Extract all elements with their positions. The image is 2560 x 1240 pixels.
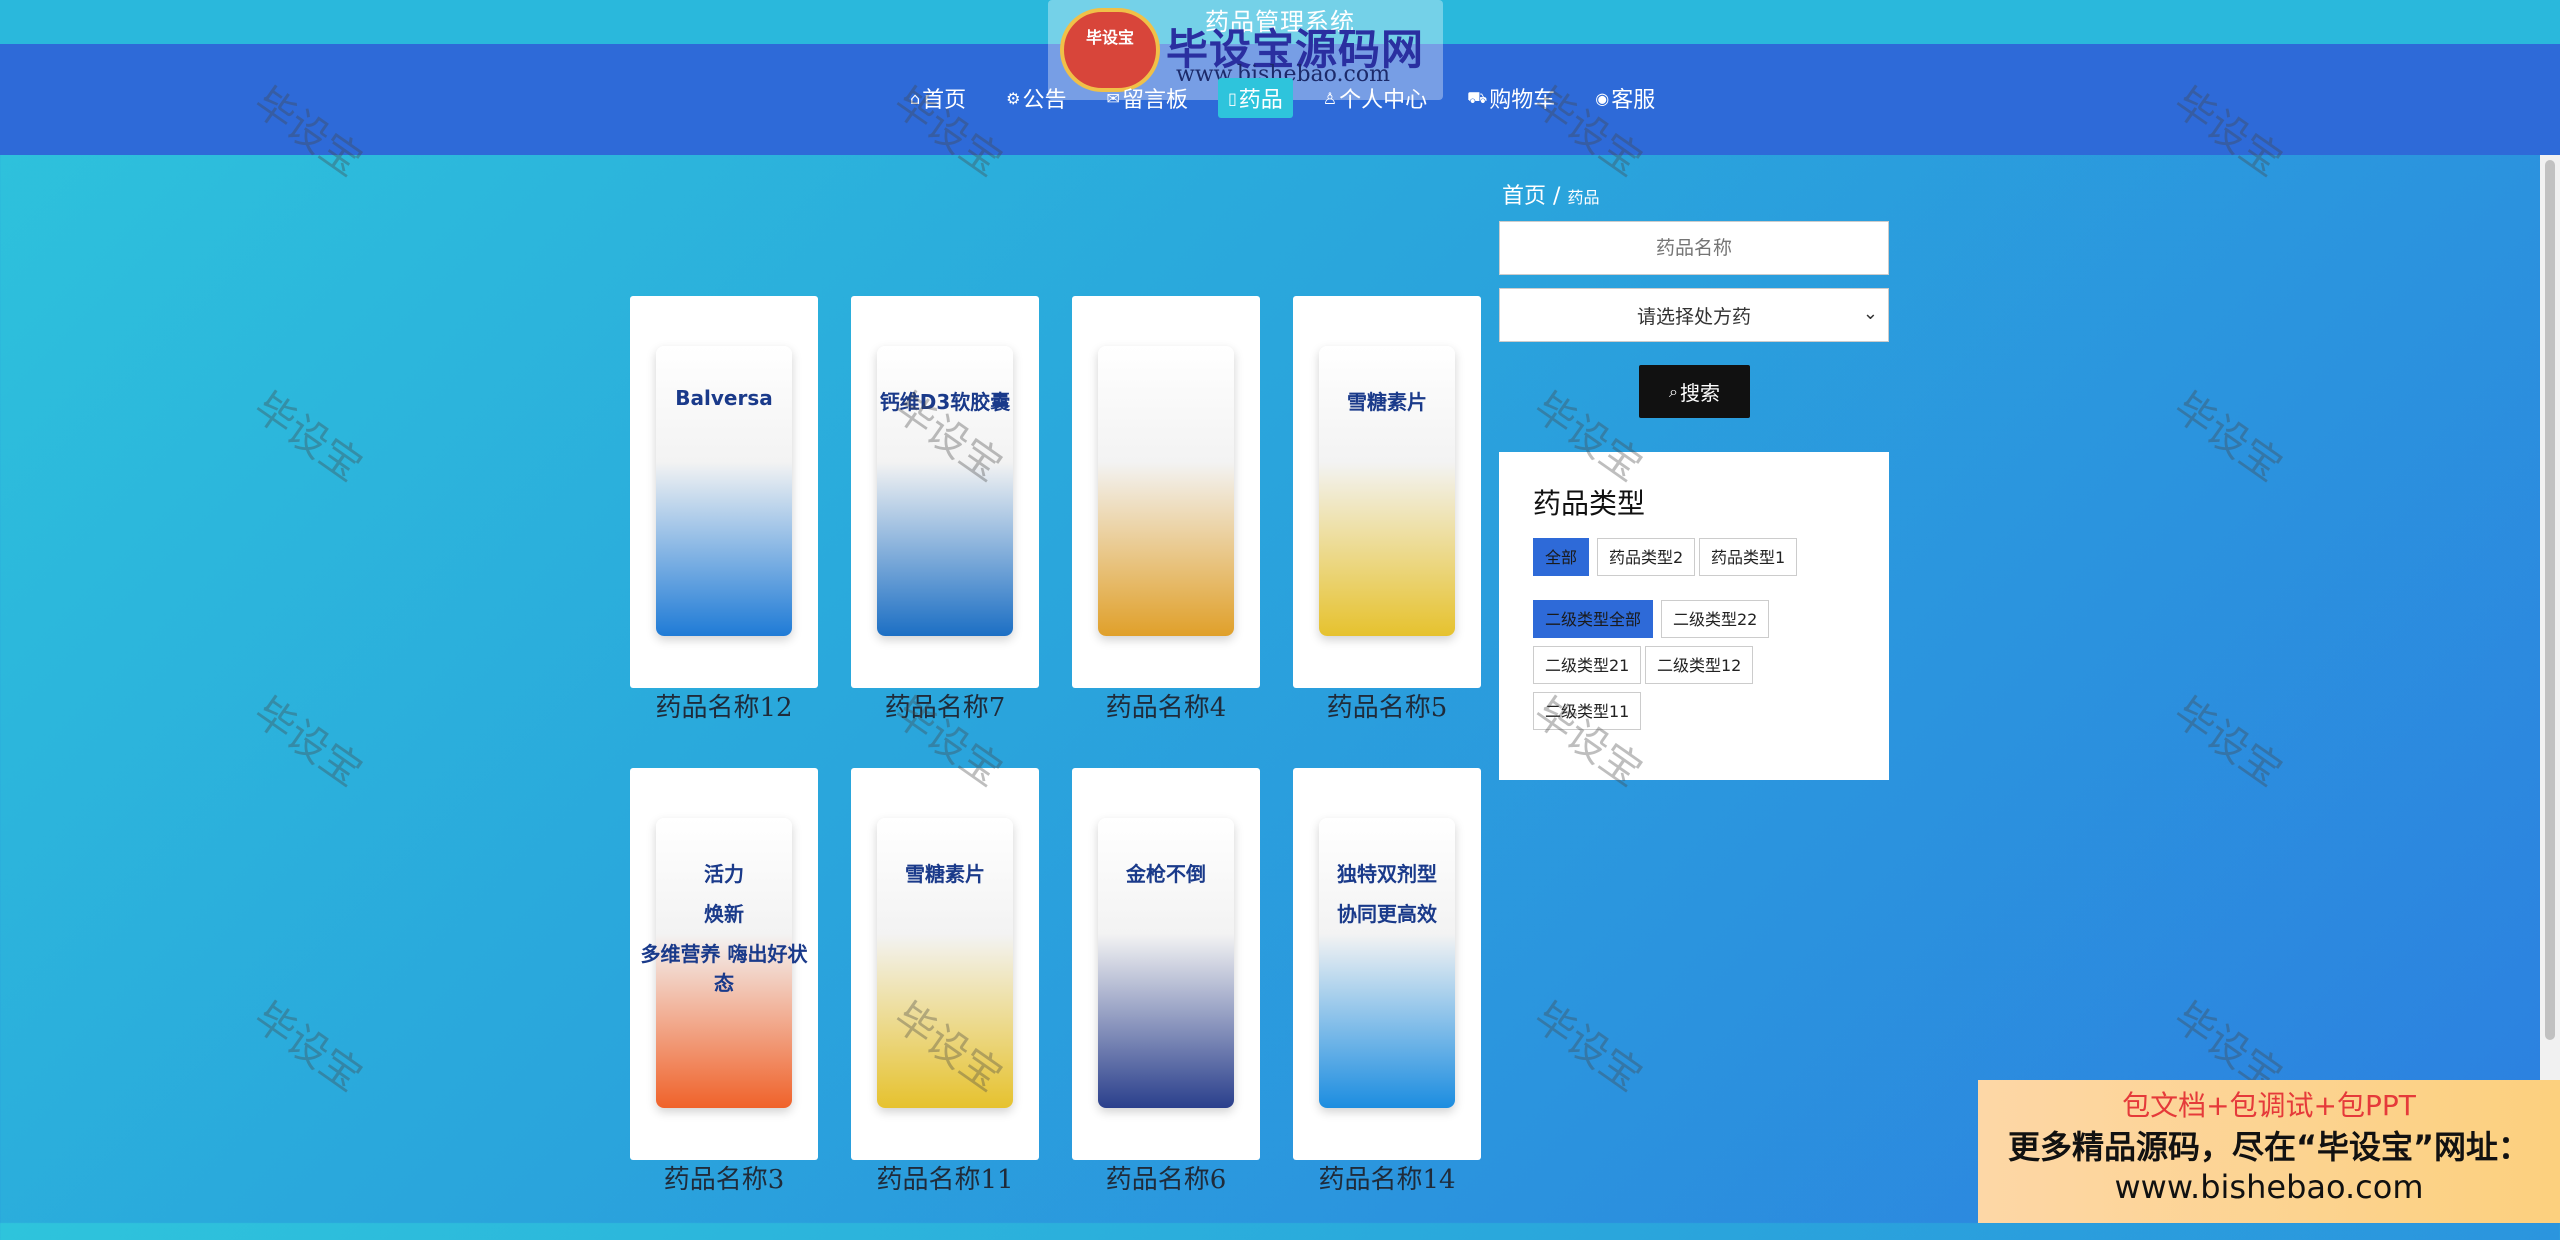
nav-item-2[interactable]: ✉ 留言板: [1097, 78, 1198, 118]
category-tag[interactable]: 药品类型2: [1597, 538, 1696, 576]
subcategory-tag[interactable]: 二级类型21: [1533, 646, 1642, 684]
nav-item-label: 购物车: [1489, 88, 1556, 113]
product-name[interactable]: 药品名称7: [851, 688, 1039, 768]
nav-item-0[interactable]: ⌂ 首页: [900, 78, 976, 118]
product-image[interactable]: 雪糖素片: [1293, 296, 1481, 688]
product-package-label: 雪糖素片: [1347, 390, 1427, 414]
search-icon: ⌕: [1669, 381, 1678, 401]
prescription-select[interactable]: 请选择处方药 ⌄: [1499, 288, 1889, 342]
product-package-label: Balversa: [675, 386, 773, 410]
category-title: 药品类型: [1533, 487, 1646, 520]
product-image[interactable]: 金枪不倒: [1072, 768, 1260, 1160]
search-button[interactable]: ⌕ 搜索: [1639, 365, 1750, 418]
product-card[interactable]: Balversa 药品名称12: [630, 296, 818, 768]
product-package-label: 活力: [704, 862, 744, 886]
category-tag[interactable]: 药品类型1: [1699, 538, 1798, 576]
watermark-text: 毕设宝: [245, 994, 371, 1101]
product-package-label: 雪糖素片: [905, 862, 985, 886]
product-card[interactable]: 独特双剂型协同更高效药品名称14: [1293, 768, 1481, 1240]
nav-item-3[interactable]: ▯ 药品: [1217, 78, 1293, 118]
nav-item-5[interactable]: ⛟ 购物车: [1457, 78, 1565, 118]
watermark-text: 毕设宝: [245, 689, 371, 796]
product-grid: Balversa 药品名称12 钙维D3软胶囊 药品名称7 药品名称4 雪糖素片 药品名称5…: [630, 296, 1490, 1240]
product-name[interactable]: 药品名称6: [1072, 1160, 1260, 1240]
promo-banner[interactable]: 包文档+包调试+包PPT 更多精品源码，尽在“毕设宝”网址： www.bishe…: [1978, 1080, 2560, 1223]
search-input[interactable]: [1499, 221, 1889, 275]
product-package-label: 协同更高效: [1337, 902, 1437, 926]
product-card[interactable]: 金枪不倒药品名称6: [1072, 768, 1260, 1240]
product-package-label: 多维营养 嗨出好状态: [640, 942, 808, 995]
search-button-label: 搜索: [1679, 381, 1720, 405]
scrollbar-thumb[interactable]: [2545, 160, 2555, 1040]
nav-item-6[interactable]: ◉ 客服: [1585, 78, 1665, 118]
gear-icon: ⚙: [1006, 88, 1021, 108]
product-name[interactable]: 药品名称11: [851, 1160, 1039, 1240]
nav-item-4[interactable]: ♙ 个人中心: [1313, 78, 1437, 118]
promo-line-1: 包文档+包调试+包PPT: [2122, 1089, 2416, 1122]
nav-item-label: 药品: [1238, 88, 1283, 113]
support-icon: ◉: [1595, 88, 1610, 108]
promo-line-2: 更多精品源码，尽在“毕设宝”网址：: [2007, 1128, 2531, 1166]
product-image[interactable]: [1072, 296, 1260, 688]
nav-item-label: 留言板: [1121, 88, 1188, 113]
cart-icon: ⛟: [1467, 87, 1488, 107]
breadcrumb-current: 药品: [1567, 188, 1600, 207]
nav-item-label: 客服: [1611, 88, 1656, 113]
chevron-down-icon: ⌄: [1862, 303, 1878, 324]
product-package-label: 金枪不倒: [1126, 862, 1206, 886]
watermark-text: 毕设宝: [2165, 689, 2291, 796]
breadcrumb-sep: /: [1553, 184, 1561, 209]
product-card[interactable]: 雪糖素片药品名称11: [851, 768, 1039, 1240]
product-card[interactable]: 钙维D3软胶囊药品名称7: [851, 296, 1039, 768]
product-image[interactable]: 独特双剂型协同更高效: [1293, 768, 1481, 1160]
product-name[interactable]: 药品名称12: [630, 688, 818, 768]
product-image[interactable]: Balversa: [630, 296, 818, 688]
product-card[interactable]: 雪糖素片药品名称5: [1293, 296, 1481, 768]
prescription-select-value: 请选择处方药: [1636, 305, 1751, 328]
promo-line-3: www.bishebao.com: [2114, 1168, 2424, 1206]
product-name[interactable]: 药品名称14: [1293, 1160, 1481, 1240]
nav-item-label: 个人中心: [1339, 88, 1428, 113]
subcategory-tag[interactable]: 二级类型全部: [1533, 600, 1654, 638]
main-nav: ⌂ 首页 ⚙ 公告 ✉ 留言板 ▯ 药品 ♙ 个人中心 ⛟ 购物车 ◉ 客服: [900, 78, 1665, 118]
breadcrumb: 首页 / 药品: [1502, 178, 1599, 210]
user-icon: ♙: [1322, 88, 1338, 108]
document-icon: ▯: [1227, 88, 1237, 108]
product-package-label: 钙维D3软胶囊: [879, 390, 1011, 414]
subcategory-tag[interactable]: 二级类型22: [1661, 600, 1770, 638]
product-card[interactable]: 活力焕新多维营养 嗨出好状态药品名称3: [630, 768, 818, 1240]
category-panel: 药品类型 全部 药品类型2 药品类型1 二级类型全部 二级类型22 二级类型21 二级类型1…: [1499, 452, 1889, 780]
product-name[interactable]: 药品名称5: [1293, 688, 1481, 768]
product-card[interactable]: 药品名称4: [1072, 296, 1260, 768]
product-package-label: 独特双剂型: [1337, 862, 1437, 886]
product-image[interactable]: 钙维D3软胶囊: [851, 296, 1039, 688]
nav-item-1[interactable]: ⚙ 公告: [996, 78, 1076, 118]
product-image[interactable]: 雪糖素片: [851, 768, 1039, 1160]
product-name[interactable]: 药品名称4: [1072, 688, 1260, 768]
subcategory-tag[interactable]: 二级类型11: [1533, 692, 1642, 730]
product-package-label: 焕新: [704, 902, 744, 926]
nav-item-label: 公告: [1022, 88, 1067, 113]
subcategory-tag[interactable]: 二级类型12: [1645, 646, 1754, 684]
message-icon: ✉: [1106, 88, 1120, 108]
product-name[interactable]: 药品名称3: [630, 1160, 818, 1240]
product-package: [1098, 346, 1234, 636]
home-icon: ⌂: [910, 88, 921, 108]
watermark-text: 毕设宝: [2165, 384, 2291, 491]
category-tag[interactable]: 全部: [1533, 538, 1590, 576]
breadcrumb-home[interactable]: 首页: [1502, 184, 1546, 209]
watermark-text: 毕设宝: [245, 384, 371, 491]
product-image[interactable]: 活力焕新多维营养 嗨出好状态: [630, 768, 818, 1160]
nav-item-label: 首页: [922, 88, 967, 113]
watermark-text: 毕设宝: [1525, 994, 1651, 1101]
